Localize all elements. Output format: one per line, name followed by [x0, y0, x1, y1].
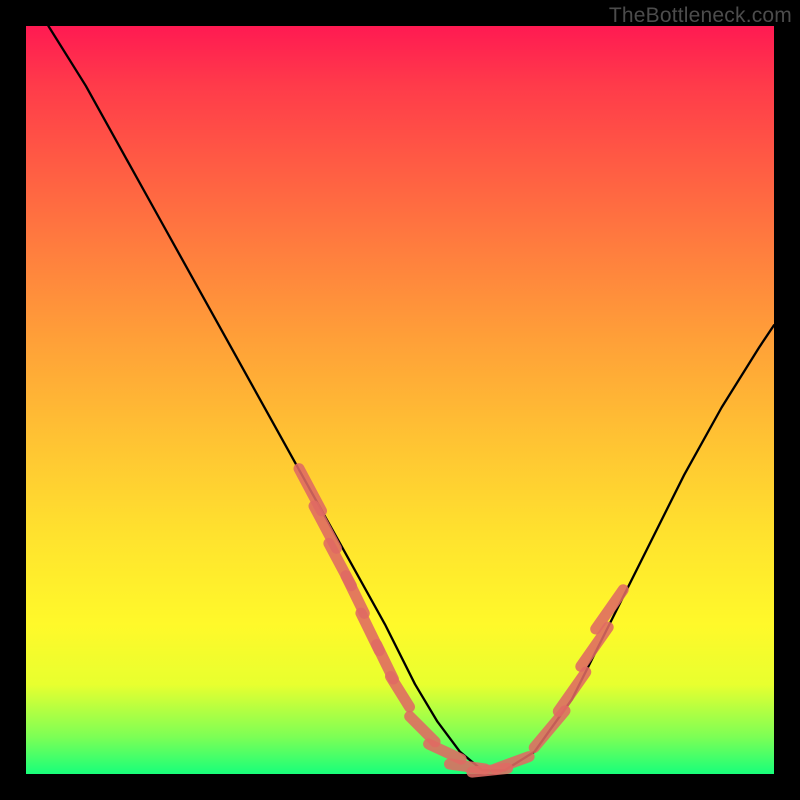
chart-frame: TheBottleneck.com [0, 0, 800, 800]
chart-svg [26, 26, 774, 774]
highlight-dashes [299, 469, 623, 772]
bottleneck-curve [48, 26, 774, 770]
plot-area [26, 26, 774, 774]
watermark-text: TheBottleneck.com [609, 4, 792, 28]
